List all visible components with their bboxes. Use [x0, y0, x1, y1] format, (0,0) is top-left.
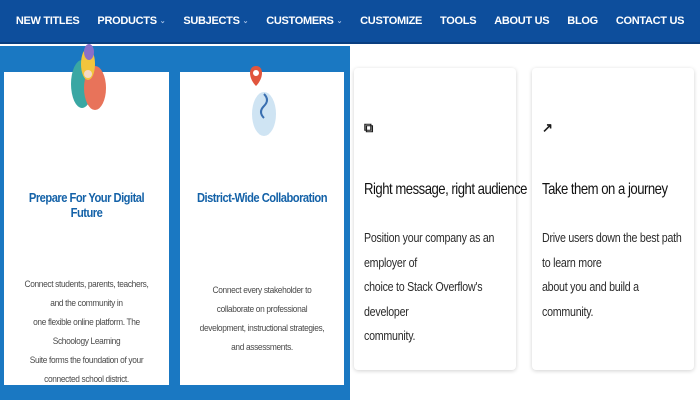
feature-card-digital-future: Prepare For Your Digital Future Connect … — [4, 44, 169, 385]
card-description: Connect students, parents, teachers, and… — [21, 275, 152, 389]
top-navigation-bar: NEW TITLES PRODUCTS ⌄ SUBJECTS ⌄ CUSTOMERS… — [0, 0, 700, 44]
nav-subjects[interactable]: SUBJECTS ⌄ — [174, 15, 257, 27]
nav-label: CUSTOMIZE — [360, 15, 423, 27]
card-description-line: Position your company as an employer of — [364, 230, 495, 270]
nav-label: SUBJECTS — [183, 15, 240, 27]
card-title: District-Wide Collaboration — [196, 190, 328, 205]
card-description-line: choice to Stack Overflow's developer — [364, 279, 483, 319]
nav-label: CUSTOMERS — [266, 15, 334, 27]
chevron-down-icon: ⌄ — [242, 18, 249, 25]
card-title: Right message, right audience — [364, 181, 527, 198]
card-title: Prepare For Your Digital Future — [28, 190, 145, 220]
map-pin-icon — [250, 66, 276, 136]
card-description: Connect every stakeholder to collaborate… — [197, 281, 327, 357]
nav-customers[interactable]: CUSTOMERS ⌄ — [257, 15, 351, 27]
card-description-line: one flexible online platform. The School… — [33, 317, 140, 347]
nav-list: NEW TITLES PRODUCTS ⌄ SUBJECTS ⌄ CUSTOMERS… — [7, 15, 693, 27]
feature-card-collaboration: District-Wide Collaboration Connect ever… — [180, 66, 344, 385]
card-description-line: development, instructional strategies, a… — [199, 323, 325, 353]
nav-customize[interactable]: CUSTOMIZE — [351, 15, 431, 27]
nav-products[interactable]: PRODUCTS ⌄ — [88, 15, 174, 27]
nav-contact-us[interactable]: CONTACT US — [607, 15, 693, 27]
feature-card-right-message: ⧉ Right message, right audience Position… — [354, 68, 527, 370]
card-description-line: Suite forms the foundation of your conne… — [29, 355, 144, 385]
card-description: Drive users down the best path to learn … — [542, 226, 691, 324]
card-description-line: about you and build a community. — [542, 279, 639, 319]
nav-label: CONTACT US — [615, 15, 685, 27]
nav-tools[interactable]: TOOLS — [431, 15, 485, 27]
nav-label: ABOUT US — [494, 15, 550, 27]
feature-card-journey: ↗ Take them on a journey Drive users dow… — [532, 68, 694, 370]
nav-label: PRODUCTS — [97, 15, 157, 27]
card-description: Position your company as an employer of … — [364, 226, 513, 349]
nav-blog[interactable]: BLOG — [558, 15, 607, 27]
nav-label: BLOG — [567, 15, 598, 27]
card-description-line: Connect students, parents, teachers, and… — [24, 279, 149, 309]
people-icon — [71, 44, 106, 110]
card-description-line: Connect every stakeholder to collaborate… — [212, 285, 312, 315]
nav-new-titles[interactable]: NEW TITLES — [7, 15, 89, 27]
card-description-line: community. — [364, 328, 416, 343]
card-description-line: Drive users down the best path to learn … — [542, 230, 682, 270]
card-title: Take them on a journey — [542, 181, 668, 198]
nav-label: TOOLS — [440, 15, 477, 27]
chevron-down-icon: ⌄ — [336, 18, 343, 25]
chevron-down-icon: ⌄ — [159, 18, 166, 25]
stackoverflow-icon: ⧉ — [364, 120, 374, 135]
growth-arrow-icon: ↗ — [542, 120, 553, 135]
nav-label: NEW TITLES — [15, 15, 80, 27]
nav-about-us[interactable]: ABOUT US — [485, 15, 558, 27]
